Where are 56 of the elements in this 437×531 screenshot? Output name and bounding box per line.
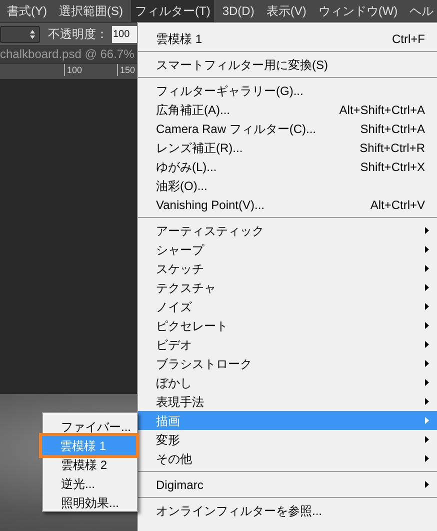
menu-item[interactable]: ゆがみ(L)... Shift+Ctrl+X <box>138 157 437 176</box>
submenu-arrow-icon <box>425 322 429 329</box>
submenu-arrow-icon <box>425 455 429 462</box>
submenu-arrow-icon <box>425 284 429 291</box>
opacity-label: 不透明度： <box>48 26 108 43</box>
menu-item[interactable]: オンラインフィルターを参照... <box>138 501 437 520</box>
submenu-arrow-icon <box>425 436 429 443</box>
menu-bar-item[interactable]: フィルター(T) <box>131 0 214 22</box>
submenu-arrow-icon <box>425 341 429 348</box>
menu-item[interactable]: シャープ <box>138 240 437 259</box>
submenu-arrow-icon <box>425 265 429 272</box>
submenu-arrow-icon <box>425 360 429 367</box>
submenu-item[interactable]: 照明効果... <box>43 493 137 512</box>
menu-item[interactable]: 変形 <box>138 430 437 449</box>
submenu-arrow-icon <box>425 303 429 310</box>
menu-item[interactable]: テクスチャ <box>138 278 437 297</box>
submenu-arrow-icon <box>425 379 429 386</box>
submenu-arrow-icon <box>425 417 429 424</box>
shortcut-label: Shift+Ctrl+R <box>360 140 425 156</box>
menu-item[interactable]: 表現手法 <box>138 392 437 411</box>
menu-item[interactable]: レンズ補正(R)... Shift+Ctrl+R <box>138 138 437 157</box>
updown-caret-icon <box>30 30 35 38</box>
mode-dropdown[interactable] <box>0 26 40 42</box>
shortcut-label: Ctrl+F <box>392 30 425 48</box>
menu-bar-item[interactable]: ウィンドウ(W) <box>314 0 402 22</box>
menu-item[interactable]: ピクセレート <box>138 316 437 335</box>
menu-item[interactable]: ぼかし <box>138 373 437 392</box>
submenu-arrow-icon <box>425 227 429 234</box>
menu-bar-item[interactable]: 書式(Y) <box>3 0 51 22</box>
submenu-item[interactable]: ファイバー... <box>43 417 137 436</box>
menu-item[interactable]: Vanishing Point(V)... Alt+Ctrl+V <box>138 195 437 214</box>
menu-item[interactable]: Camera Raw フィルター(C)... Shift+Ctrl+A <box>138 119 437 138</box>
menu-bar-item[interactable]: ヘル <box>406 0 437 22</box>
menu-bar-item[interactable]: 表示(V) <box>262 0 310 22</box>
submenu-item[interactable]: 雲模様 2 <box>43 455 137 474</box>
menu-item[interactable]: フィルターギャラリー(G)... <box>138 81 437 100</box>
ruler-label: 100 <box>64 64 117 76</box>
shortcut-label: Alt+Shift+Ctrl+A <box>339 102 425 118</box>
submenu-item[interactable]: 逆光... <box>43 474 137 493</box>
menu-item[interactable]: ビデオ <box>138 335 437 354</box>
menu-bar-item[interactable]: 3D(D) <box>218 0 258 22</box>
menu-bar-item[interactable]: 選択範囲(S) <box>55 0 127 22</box>
submenu-arrow-icon <box>425 246 429 253</box>
shortcut-label: Shift+Ctrl+A <box>360 120 425 138</box>
menu-item[interactable]: Digimarc <box>138 475 437 494</box>
menu-item[interactable]: アーティスティック <box>138 221 437 240</box>
menu-item[interactable]: 広角補正(A)... Alt+Shift+Ctrl+A <box>138 100 437 119</box>
submenu-arrow-icon <box>425 398 429 405</box>
menu-item[interactable]: 油彩(O)... <box>138 176 437 195</box>
menu-item[interactable]: ノイズ <box>138 297 437 316</box>
shortcut-label: Shift+Ctrl+X <box>360 158 425 176</box>
submenu-arrow-icon <box>425 481 429 488</box>
menu-item[interactable]: スケッチ <box>138 259 437 278</box>
menu-item[interactable]: ブラシストローク <box>138 354 437 373</box>
menu-item[interactable]: その他 <box>138 449 437 468</box>
shortcut-label: Alt+Ctrl+V <box>370 196 425 214</box>
